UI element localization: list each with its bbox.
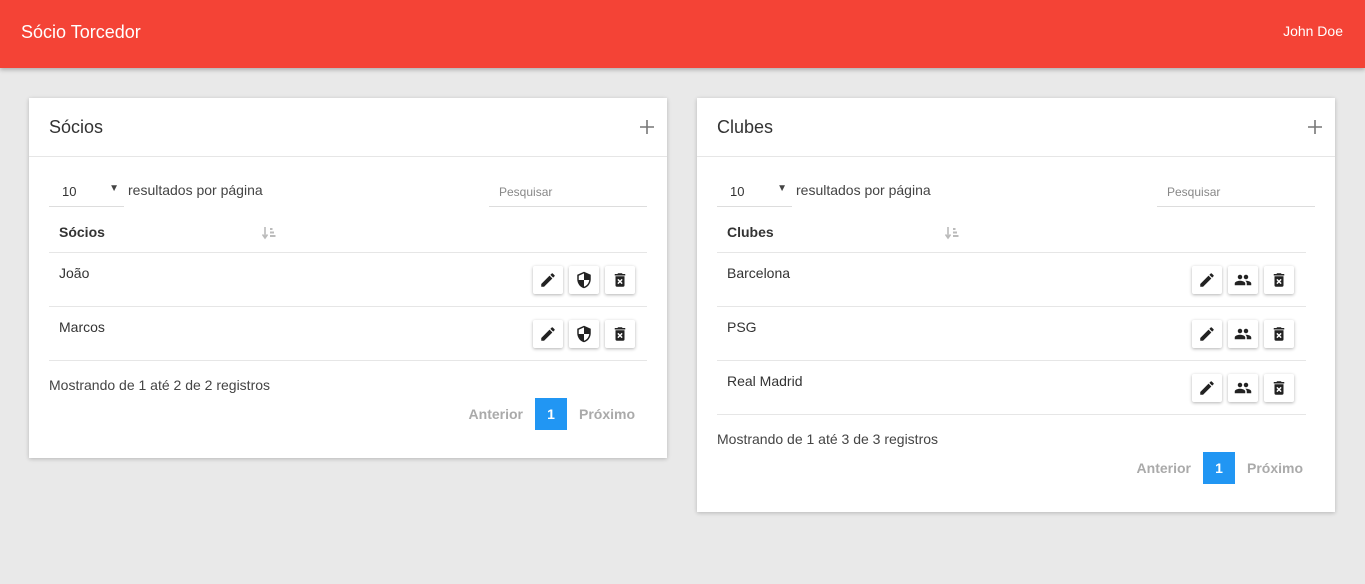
socios-card: Sócios 10 ▼ resultados por página Sócios… <box>29 98 667 458</box>
next-page-button[interactable]: Próximo <box>579 406 635 422</box>
edit-button[interactable] <box>533 320 563 348</box>
edit-icon <box>541 273 555 287</box>
delete-icon <box>1273 273 1285 287</box>
row-actions <box>533 266 635 294</box>
page-1-button[interactable]: 1 <box>534 398 567 430</box>
members-button[interactable] <box>1228 266 1258 294</box>
card-header: Sócios <box>29 98 667 157</box>
page-1-button[interactable]: 1 <box>1202 452 1235 484</box>
edit-icon <box>1200 273 1214 287</box>
clubes-table: Clubes Barcelona PSG Real Madrid <box>717 209 1306 415</box>
table-row: Barcelona <box>717 253 1306 307</box>
table-row: Real Madrid <box>717 361 1306 415</box>
delete-icon <box>614 327 626 341</box>
edit-button[interactable] <box>1192 320 1222 348</box>
app-header: Sócio Torcedor John Doe <box>0 0 1365 68</box>
row-actions <box>1192 320 1294 348</box>
delete-icon <box>1273 327 1285 341</box>
sort-icon[interactable] <box>262 226 276 240</box>
row-name: Barcelona <box>727 265 791 281</box>
search-input[interactable] <box>1157 177 1315 207</box>
table-controls: 10 ▼ resultados por página <box>29 157 667 209</box>
row-actions <box>1192 266 1294 294</box>
user-menu[interactable]: John Doe <box>1283 23 1343 39</box>
members-button[interactable] <box>1228 320 1258 348</box>
socios-table: Sócios João Marcos <box>49 209 647 361</box>
pagination: Anterior 1 Próximo <box>469 398 635 430</box>
sort-icon[interactable] <box>945 226 959 240</box>
row-actions <box>533 320 635 348</box>
delete-button[interactable] <box>1264 374 1294 402</box>
search-input[interactable] <box>489 177 647 207</box>
table-header: Sócios <box>49 209 647 253</box>
table-row: João <box>49 253 647 307</box>
clubs-button[interactable] <box>569 320 599 348</box>
card-title: Sócios <box>49 117 104 137</box>
add-icon[interactable] <box>1308 120 1322 134</box>
shield-icon <box>577 271 591 289</box>
members-button[interactable] <box>1228 374 1258 402</box>
delete-icon <box>1273 381 1285 395</box>
delete-button[interactable] <box>605 266 635 294</box>
edit-icon <box>541 327 555 341</box>
people-icon <box>1234 328 1252 340</box>
pagination: Anterior 1 Próximo <box>1137 452 1303 484</box>
card-title: Clubes <box>717 117 774 137</box>
page-size-select[interactable]: 10 ▼ <box>49 177 124 207</box>
next-page-button[interactable]: Próximo <box>1247 460 1303 476</box>
edit-button[interactable] <box>1192 374 1222 402</box>
table-controls: 10 ▼ resultados por página <box>697 157 1335 209</box>
delete-button[interactable] <box>1264 266 1294 294</box>
people-icon <box>1234 274 1252 286</box>
shield-icon <box>577 325 591 343</box>
prev-page-button[interactable]: Anterior <box>469 406 523 422</box>
row-actions <box>1192 374 1294 402</box>
dropdown-arrow-icon: ▼ <box>777 183 787 194</box>
results-per-page-label: resultados por página <box>128 182 263 198</box>
row-name: João <box>59 265 90 281</box>
page-size-value: 10 <box>62 184 77 199</box>
row-name: PSG <box>727 319 757 335</box>
table-info: Mostrando de 1 até 3 de 3 registros <box>717 431 939 447</box>
edit-button[interactable] <box>533 266 563 294</box>
edit-button[interactable] <box>1192 266 1222 294</box>
results-per-page-label: resultados por página <box>796 182 931 198</box>
column-header-clubes[interactable]: Clubes <box>727 224 774 240</box>
clubs-button[interactable] <box>569 266 599 294</box>
table-row: PSG <box>717 307 1306 361</box>
edit-icon <box>1200 381 1214 395</box>
dropdown-arrow-icon: ▼ <box>109 183 119 194</box>
delete-button[interactable] <box>605 320 635 348</box>
card-header: Clubes <box>697 98 1335 157</box>
delete-icon <box>614 273 626 287</box>
clubes-card: Clubes 10 ▼ resultados por página Clubes… <box>697 98 1335 512</box>
row-name: Marcos <box>59 319 105 335</box>
edit-icon <box>1200 327 1214 341</box>
column-header-socios[interactable]: Sócios <box>59 224 105 240</box>
people-icon <box>1234 382 1252 394</box>
delete-button[interactable] <box>1264 320 1294 348</box>
add-icon[interactable] <box>640 120 654 134</box>
prev-page-button[interactable]: Anterior <box>1137 460 1191 476</box>
table-row: Marcos <box>49 307 647 361</box>
row-name: Real Madrid <box>727 373 803 389</box>
page-size-select[interactable]: 10 ▼ <box>717 177 792 207</box>
table-header: Clubes <box>717 209 1306 253</box>
page-size-value: 10 <box>730 184 745 199</box>
table-info: Mostrando de 1 até 2 de 2 registros <box>49 377 271 393</box>
app-title[interactable]: Sócio Torcedor <box>21 22 141 43</box>
